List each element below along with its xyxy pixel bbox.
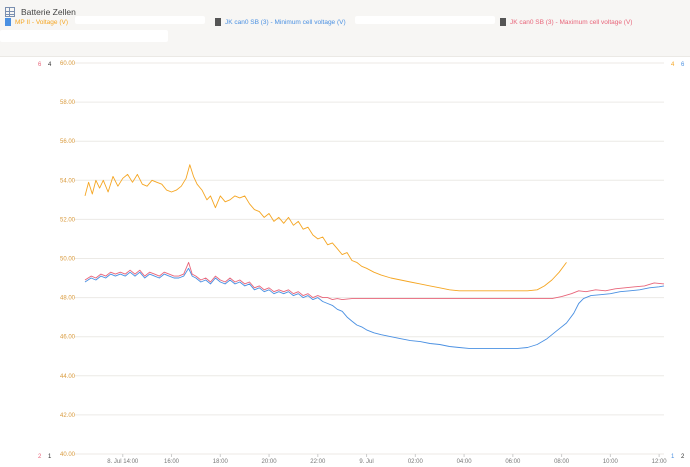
x-axis-ticks: 8. Jul 14:00 16:00 18:00 20:00 22:00 9. Jul 02… [107, 454, 667, 465]
x-tick-label: 22:00 [310, 459, 326, 465]
legend-swatch [5, 18, 11, 26]
x-tick-label: 20:00 [262, 459, 278, 465]
legend-label: MP II - Voltage (V) [15, 18, 68, 26]
x-tick-label: 02:00 [408, 459, 424, 465]
legend-swatch [215, 18, 221, 26]
right-axis-bottom-label-b: 2 [681, 454, 685, 460]
table-icon[interactable] [5, 7, 15, 17]
left-axis-bottom-label-b: 1 [48, 454, 52, 460]
y-tick-label: 40.00 [60, 452, 76, 458]
redacted-area [0, 30, 168, 42]
right-axis-top-label-a: 4 [671, 62, 675, 68]
x-tick-label: 06:00 [505, 459, 521, 465]
legend-item-min-cell-voltage[interactable]: JK can0 SB (3) - Minimum cell voltage (V… [215, 18, 346, 26]
y-tick-label: 54.00 [60, 178, 76, 184]
left-axis-bottom-label-a: 2 [38, 454, 42, 460]
left-axis-top-label-b: 4 [48, 62, 52, 68]
series-line-mp2-voltage [84, 164, 567, 292]
redacted-area [75, 16, 205, 24]
x-tick-label: 9. Jul [359, 459, 373, 465]
line-chart: 40.00 42.00 44.00 46.00 48.00 50.00 52.00 54.00… [38, 61, 685, 465]
legend-item-mp2-voltage[interactable]: MP II - Voltage (V) [5, 18, 68, 26]
y-tick-label: 60.00 [60, 61, 76, 67]
y-axis-ticks: 40.00 42.00 44.00 46.00 48.00 50.00 52.00 54.00… [60, 61, 76, 458]
widget-title-row: Batterie Zellen [5, 5, 76, 19]
series-line-max-cell-voltage [84, 261, 665, 301]
x-tick-label: 16:00 [164, 459, 180, 465]
x-tick-label: 08:00 [554, 459, 570, 465]
right-axis-bottom-label-a: 1 [671, 454, 675, 460]
x-tick-label: 10:00 [603, 459, 619, 465]
gridlines [74, 62, 664, 455]
x-tick-label: 04:00 [457, 459, 473, 465]
left-axis-top-label-a: 6 [38, 62, 42, 68]
legend-label: JK can0 SB (3) - Maximum cell voltage (V… [510, 18, 633, 26]
redacted-area [355, 16, 495, 24]
x-tick-label: 8. Jul 14:00 [107, 459, 139, 465]
y-tick-label: 56.00 [60, 139, 76, 145]
y-tick-label: 50.00 [60, 257, 76, 263]
y-tick-label: 48.00 [60, 296, 76, 302]
widget-header: Batterie Zellen MP II - Voltage (V) JK c… [0, 0, 690, 57]
y-tick-label: 44.00 [60, 374, 76, 380]
y-tick-label: 42.00 [60, 413, 76, 419]
x-tick-label: 12:00 [652, 459, 668, 465]
y-tick-label: 46.00 [60, 335, 76, 341]
legend-swatch [500, 18, 506, 26]
legend-item-max-cell-voltage[interactable]: JK can0 SB (3) - Maximum cell voltage (V… [500, 18, 632, 26]
widget-title: Batterie Zellen [21, 7, 76, 17]
right-axis-top-label-b: 6 [681, 62, 685, 68]
y-tick-label: 52.00 [60, 217, 76, 223]
x-tick-label: 18:00 [213, 459, 229, 465]
legend-label: JK can0 SB (3) - Minimum cell voltage (V… [225, 18, 346, 26]
y-tick-label: 58.00 [60, 100, 76, 106]
series-lines [84, 164, 665, 349]
